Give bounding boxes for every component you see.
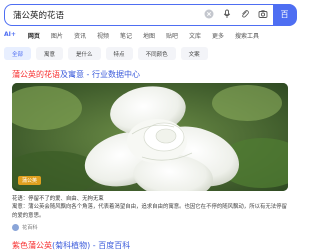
result-title-link[interactable]: 蒲公英的花语及寓意 - 行业数据中心: [12, 69, 140, 80]
chip-what-is[interactable]: 是什么: [68, 47, 101, 60]
filter-chips: 全部 寓意 是什么 特点 不同颜色 文案: [4, 47, 208, 60]
chip-copywriting[interactable]: 文案: [180, 47, 208, 60]
attachment-icon[interactable]: [239, 8, 251, 20]
search-button-label: 百: [280, 10, 289, 19]
result2-title-link[interactable]: 紫色蒲公英(菊科植物) - 百度百科: [12, 240, 130, 250]
image-badge: 蒲公英: [18, 176, 42, 185]
result2-title-highlight: 紫色蒲公英: [12, 241, 52, 250]
source-avatar: [12, 224, 19, 231]
result2-title-rest: (菊科植物) - 百度百科: [52, 241, 131, 250]
search-input[interactable]: 蒲公英的花语: [13, 9, 64, 21]
clear-icon[interactable]: [203, 8, 215, 20]
chip-colors[interactable]: 不同颜色: [137, 47, 176, 60]
chip-all[interactable]: 全部: [4, 47, 32, 60]
tab-more[interactable]: 更多: [212, 31, 224, 40]
tab-video[interactable]: 视频: [97, 31, 109, 40]
gardenia-photo: [12, 83, 288, 191]
tab-notes[interactable]: 笔记: [120, 31, 132, 40]
microphone-icon[interactable]: [221, 8, 233, 20]
chip-meaning[interactable]: 寓意: [36, 47, 64, 60]
camera-icon[interactable]: [257, 8, 269, 20]
search-bar[interactable]: 蒲公英的花语 百: [4, 3, 297, 26]
tab-tieba[interactable]: 贴吧: [166, 31, 178, 40]
result-title-highlight: 蒲公英的花语: [12, 70, 60, 79]
source-name: 花百科: [22, 225, 38, 231]
tab-news[interactable]: 资讯: [74, 31, 86, 40]
result-source[interactable]: 花百科: [12, 224, 38, 231]
tab-ai[interactable]: AI+: [4, 31, 16, 40]
tab-search-tools[interactable]: 搜索工具: [235, 31, 259, 40]
tab-map[interactable]: 地图: [143, 31, 155, 40]
tab-images[interactable]: 图片: [51, 31, 63, 40]
result-snippet-line1: 花语：停留不了的爱、自由、无拘无束: [12, 196, 104, 202]
search-button[interactable]: 百: [272, 3, 297, 26]
search-tabs: AI+ 网页 图片 资讯 视频 笔记 地图 贴吧 文库 更多 搜索工具: [4, 31, 270, 40]
result-title-rest: 及寓意 - 行业数据中心: [60, 70, 140, 79]
result-snippet-line2: 寓意：蒲公英会随风飘向各个角落，代表着渴望自由，追求自由的寓意。也因它在不停的随…: [12, 204, 287, 219]
tab-web[interactable]: 网页: [28, 31, 40, 40]
search-tools: [203, 8, 269, 20]
chip-features[interactable]: 特点: [105, 47, 133, 60]
tab-wenku[interactable]: 文库: [189, 31, 201, 40]
result-image[interactable]: 蒲公英: [12, 83, 288, 191]
